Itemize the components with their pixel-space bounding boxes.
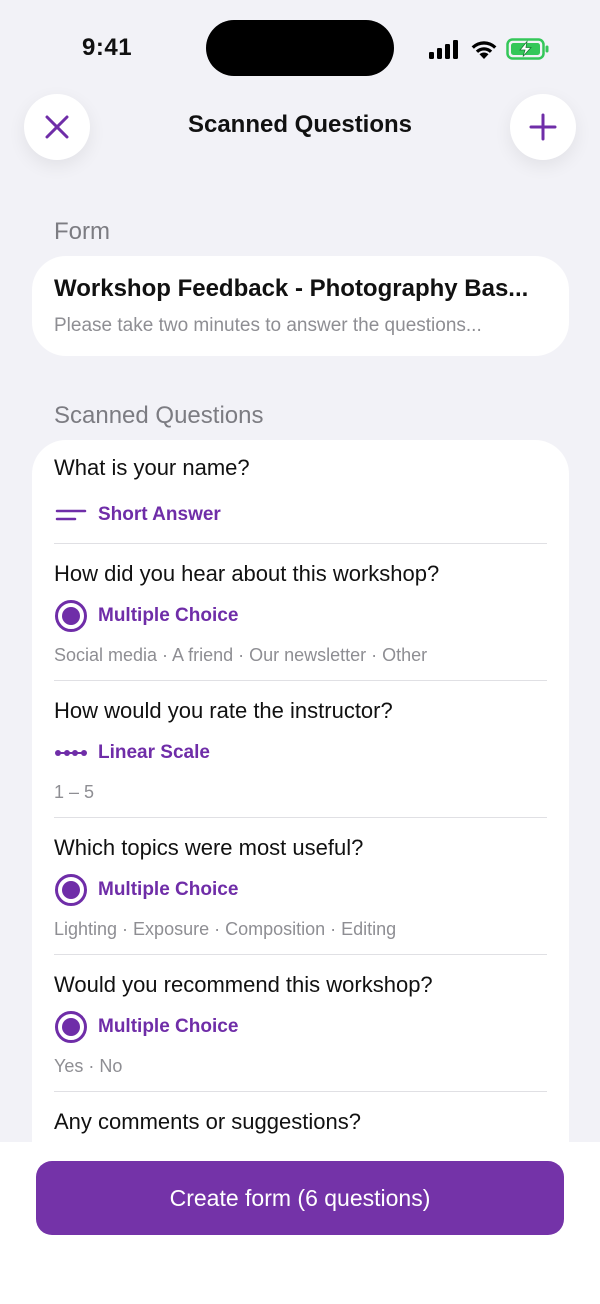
form-title: Workshop Feedback - Photography Bas... (54, 275, 529, 302)
question-item[interactable]: What is your name? Short Answer (54, 454, 547, 525)
question-type-label: Multiple Choice (98, 1016, 239, 1037)
question-type: Short Answer (54, 498, 221, 532)
question-type-label: Linear Scale (98, 742, 210, 763)
question-text: What is your name? (54, 455, 250, 480)
question-text: Would you recommend this workshop? (54, 972, 433, 997)
status-bar: 9:41 (0, 0, 600, 96)
close-button[interactable] (24, 94, 90, 160)
add-button[interactable] (510, 94, 576, 160)
question-type-label: Multiple Choice (98, 605, 239, 626)
question-type: Multiple Choice (54, 599, 238, 633)
divider (54, 680, 547, 681)
question-type-label: Short Answer (98, 504, 221, 525)
question-text: How would you rate the instructor? (54, 698, 393, 723)
question-type: Multiple Choice (54, 1010, 238, 1044)
battery-charging-icon (506, 38, 549, 60)
page-title: Scanned Questions (187, 111, 413, 138)
radio-icon (54, 1010, 88, 1044)
divider (54, 1091, 547, 1092)
question-options: Social media · A friend · Our newsletter… (54, 645, 428, 665)
question-item[interactable]: How did you hear about this workshop? Mu… (54, 560, 547, 665)
questions-section-label: Scanned Questions (54, 402, 264, 429)
cellular-signal-icon (429, 40, 458, 59)
question-options: Lighting · Exposure · Composition · Edit… (54, 919, 397, 939)
question-options: 1 – 5 (54, 782, 95, 802)
question-item[interactable]: How would you rate the instructor? Linea… (54, 697, 547, 802)
plus-icon (529, 113, 557, 141)
status-time: 9:41 (82, 34, 133, 61)
question-type: Multiple Choice (54, 873, 238, 907)
divider (54, 543, 547, 544)
create-form-button[interactable]: Create form (6 questions) (36, 1161, 564, 1235)
question-text: How did you hear about this workshop? (54, 561, 440, 586)
question-item[interactable]: Any comments or suggestions? (54, 1108, 547, 1136)
question-type: Linear Scale (54, 736, 210, 770)
question-text: Any comments or suggestions? (54, 1109, 361, 1134)
wifi-icon (471, 41, 497, 59)
form-description: Please take two minutes to answer the qu… (54, 315, 482, 336)
form-section-label: Form (54, 218, 110, 245)
radio-icon (54, 873, 88, 907)
question-type-label: Multiple Choice (98, 879, 239, 900)
short-answer-icon (54, 498, 88, 532)
radio-icon (54, 599, 88, 633)
question-item[interactable]: Would you recommend this workshop? Multi… (54, 971, 547, 1076)
question-options: Yes · No (54, 1056, 123, 1076)
form-card[interactable]: Workshop Feedback - Photography Bas... P… (32, 256, 569, 356)
question-text: Which topics were most useful? (54, 835, 364, 860)
question-item[interactable]: Which topics were most useful? Multiple … (54, 834, 547, 939)
linear-scale-icon (54, 736, 88, 770)
divider (54, 817, 547, 818)
divider (54, 954, 547, 955)
dynamic-island (206, 20, 394, 76)
close-icon (45, 115, 69, 139)
questions-list: What is your name? Short Answer How did … (32, 440, 569, 1160)
